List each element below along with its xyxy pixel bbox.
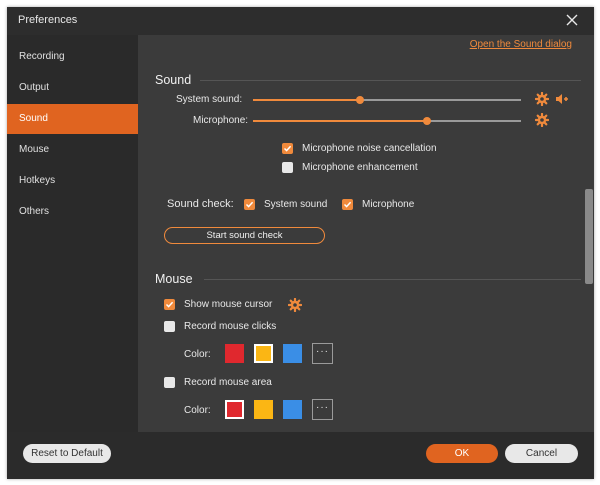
sidebar-item-hotkeys[interactable]: Hotkeys xyxy=(7,166,138,196)
start-sound-check-button[interactable]: Start sound check xyxy=(164,227,325,244)
window-title: Preferences xyxy=(18,14,78,26)
show-mouse-cursor-checkbox[interactable] xyxy=(164,299,175,310)
sidebar-item-recording[interactable]: Recording xyxy=(7,42,138,72)
area-more-colors-button[interactable]: ··· xyxy=(312,399,333,420)
sidebar-item-output[interactable]: Output xyxy=(7,73,138,103)
microphone-slider-fill xyxy=(253,120,428,122)
noise-cancellation-label: Microphone noise cancellation xyxy=(302,143,437,154)
sidebar-item-sound[interactable]: Sound xyxy=(7,104,138,134)
mouse-section-divider xyxy=(204,279,581,280)
clicks-more-colors-button[interactable]: ··· xyxy=(312,343,333,364)
microphone-enhancement-label: Microphone enhancement xyxy=(302,162,418,173)
clicks-color-label: Color: xyxy=(184,349,211,360)
system-sound-slider[interactable] xyxy=(253,96,521,104)
sound-check-microphone-checkbox[interactable] xyxy=(342,199,353,210)
sidebar: Recording Output Sound Mouse Hotkeys Oth… xyxy=(7,35,138,432)
vertical-scrollbar[interactable] xyxy=(585,189,593,284)
sound-check-label: Sound check: xyxy=(167,198,234,210)
area-color-red-swatch[interactable] xyxy=(225,400,244,419)
clicks-color-red-swatch[interactable] xyxy=(225,344,244,363)
record-mouse-area-checkbox[interactable] xyxy=(164,377,175,388)
close-icon[interactable] xyxy=(564,12,580,28)
system-sound-slider-fill xyxy=(253,99,361,101)
clicks-color-yellow-swatch[interactable] xyxy=(254,344,273,363)
microphone-label: Microphone: xyxy=(193,115,249,126)
sidebar-item-others[interactable]: Others xyxy=(7,197,138,227)
mouse-section-title: Mouse xyxy=(155,272,193,286)
area-color-label: Color: xyxy=(184,405,211,416)
sound-section-divider xyxy=(200,80,581,81)
sound-check-microphone-label: Microphone xyxy=(362,199,415,210)
record-mouse-clicks-label: Record mouse clicks xyxy=(184,321,277,332)
area-color-yellow-swatch[interactable] xyxy=(254,400,273,419)
title-bar: Preferences xyxy=(7,7,594,35)
noise-cancellation-checkbox[interactable] xyxy=(282,143,293,154)
speaker-volume-icon[interactable] xyxy=(555,92,569,106)
sidebar-item-mouse[interactable]: Mouse xyxy=(7,135,138,165)
record-mouse-clicks-checkbox[interactable] xyxy=(164,321,175,332)
preferences-window: Preferences Recording Output Sound Mouse… xyxy=(7,7,594,479)
sound-check-system-checkbox[interactable] xyxy=(244,199,255,210)
microphone-slider-knob[interactable] xyxy=(423,117,432,125)
system-sound-slider-knob[interactable] xyxy=(356,96,365,104)
record-mouse-area-label: Record mouse area xyxy=(184,377,272,388)
system-sound-label: System sound: xyxy=(176,94,243,105)
microphone-slider[interactable] xyxy=(253,117,521,125)
mouse-cursor-gear-icon[interactable] xyxy=(287,297,303,313)
system-sound-gear-icon[interactable] xyxy=(534,91,550,107)
show-mouse-cursor-label: Show mouse cursor xyxy=(184,299,273,310)
area-color-blue-swatch[interactable] xyxy=(283,400,302,419)
sound-check-system-label: System sound xyxy=(264,199,328,210)
microphone-enhancement-checkbox[interactable] xyxy=(282,162,293,173)
cancel-button[interactable]: Cancel xyxy=(505,444,578,463)
settings-panel: Open the Sound dialog Sound System sound… xyxy=(138,35,594,432)
reset-to-default-button[interactable]: Reset to Default xyxy=(23,444,111,463)
sound-section-title: Sound xyxy=(155,73,192,87)
footer-bar: Reset to Default OK Cancel xyxy=(7,432,594,479)
open-sound-dialog-link[interactable]: Open the Sound dialog xyxy=(470,39,572,50)
clicks-color-blue-swatch[interactable] xyxy=(283,344,302,363)
ok-button[interactable]: OK xyxy=(426,444,498,463)
microphone-gear-icon[interactable] xyxy=(534,112,550,128)
